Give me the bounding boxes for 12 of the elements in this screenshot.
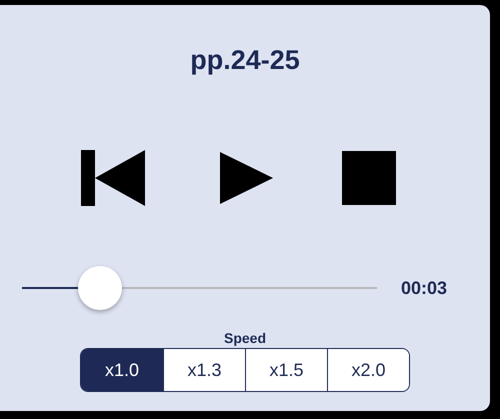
play-button[interactable] xyxy=(220,152,273,204)
progress-slider[interactable] xyxy=(22,266,377,310)
speed-option[interactable]: x1.5 xyxy=(245,349,327,391)
speed-option[interactable]: x1.3 xyxy=(163,349,245,391)
previous-button[interactable] xyxy=(81,150,145,206)
elapsed-time: 00:03 xyxy=(401,278,448,298)
speed-option[interactable]: x2.0 xyxy=(327,349,409,391)
page-title: pp.24-25 xyxy=(190,45,300,76)
slider-thumb[interactable] xyxy=(78,266,122,310)
speed-option[interactable]: x1.0 xyxy=(81,349,163,391)
stop-button[interactable] xyxy=(342,151,396,205)
speed-label: Speed xyxy=(224,330,266,346)
